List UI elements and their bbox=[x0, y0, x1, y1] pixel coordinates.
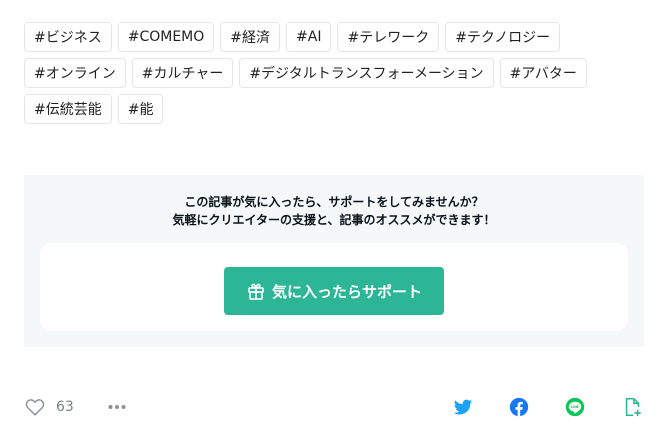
heart-icon bbox=[25, 399, 45, 416]
hashtag-link[interactable]: #アバター bbox=[499, 58, 587, 88]
support-message-line2: 気軽にクリエイターの支援と、記事のオススメができます！ bbox=[172, 213, 496, 227]
more-icon[interactable] bbox=[107, 400, 127, 414]
hashtag-link[interactable]: #デジタルトランスフォーメーション bbox=[239, 58, 494, 88]
hashtag-link[interactable]: #オンライン bbox=[24, 58, 126, 88]
hashtag-link[interactable]: #テレワーク bbox=[337, 22, 440, 52]
hashtag-link[interactable]: #能 bbox=[117, 94, 164, 124]
hashtag-link[interactable]: #テクノロジー bbox=[445, 22, 561, 52]
like-button[interactable]: 63 bbox=[24, 396, 74, 418]
like-count: 63 bbox=[56, 399, 74, 415]
support-button-label: 気に入ったらサポート bbox=[271, 282, 422, 301]
add-magazine-icon[interactable] bbox=[622, 396, 644, 418]
hashtag-link[interactable]: #伝統芸能 bbox=[24, 94, 112, 124]
support-message-line1: この記事が気に入ったら、サポートをしてみませんか？ bbox=[184, 195, 484, 209]
hashtag-link[interactable]: #AI bbox=[286, 22, 332, 52]
facebook-icon[interactable] bbox=[508, 396, 530, 418]
hashtag-link[interactable]: #カルチャー bbox=[131, 58, 234, 88]
line-icon[interactable]: LINE bbox=[564, 396, 586, 418]
gift-icon bbox=[248, 283, 264, 300]
hashtag-list: #ビジネス #COMEMO #経済 #AI #テレワーク #テクノロジー #オンライン #カル… bbox=[24, 22, 644, 124]
twitter-icon[interactable] bbox=[452, 396, 474, 418]
hashtag-link[interactable]: #COMEMO bbox=[117, 22, 215, 52]
support-section: この記事が気に入ったら、サポートをしてみませんか？ 気軽にクリエイターの支援と、… bbox=[24, 175, 644, 347]
support-card: 気に入ったらサポート bbox=[40, 243, 628, 331]
svg-text:LINE: LINE bbox=[571, 405, 579, 409]
action-bar: 63 LINE bbox=[24, 396, 646, 420]
hashtag-link[interactable]: #経済 bbox=[220, 22, 281, 52]
support-message: この記事が気に入ったら、サポートをしてみませんか？ 気軽にクリエイターの支援と、… bbox=[24, 193, 644, 229]
support-button[interactable]: 気に入ったらサポート bbox=[224, 267, 444, 315]
hashtag-link[interactable]: #ビジネス bbox=[24, 22, 112, 52]
